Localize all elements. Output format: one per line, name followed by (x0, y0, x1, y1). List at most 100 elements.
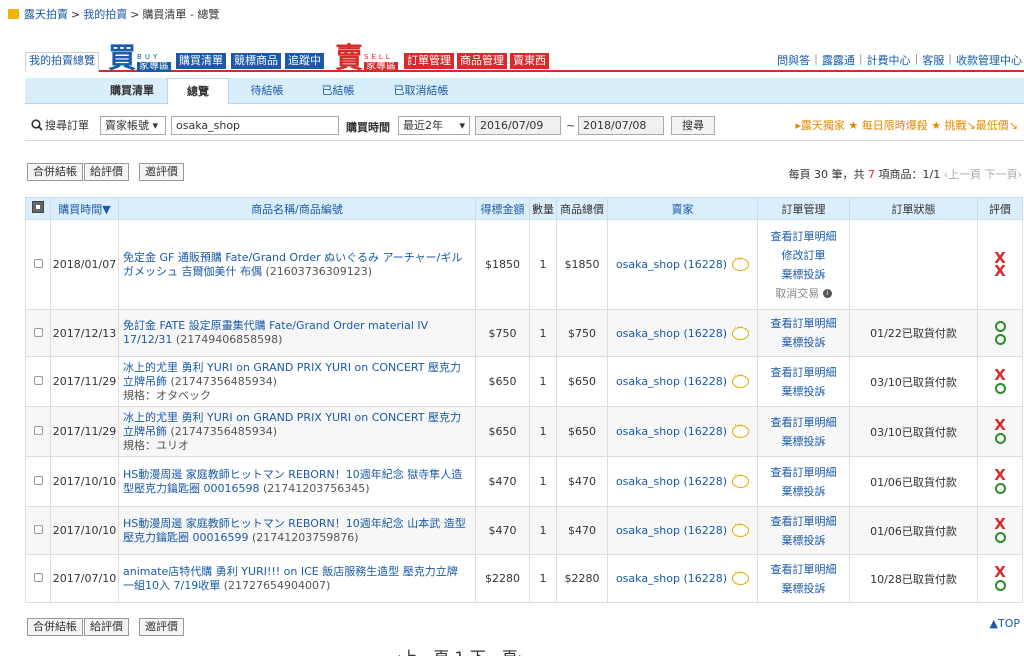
review-cell: X (977, 506, 1023, 555)
date-to-input[interactable]: 2018/07/08 (578, 116, 664, 135)
review-positive-icon[interactable] (994, 579, 1006, 591)
order-ops: 查看訂單明細 棄標投訴 (757, 456, 850, 507)
promo-link[interactable]: ▸露天獨家 ★ 每日限時爆殺 ★ 挑戰↘最低價↘ (795, 117, 1018, 133)
order-op-link[interactable]: 查看訂單明細 (758, 314, 849, 333)
order-op-link[interactable]: 查看訂單明細 (758, 413, 849, 432)
purchase-date: 2017/10/10 (50, 506, 119, 555)
search-input[interactable]: osaka_shop (171, 116, 339, 135)
link-payment[interactable]: 收款管理中心 (956, 52, 1022, 68)
give-review-button[interactable]: 給評價 (84, 163, 129, 181)
chat-icon[interactable] (732, 471, 750, 488)
row-checkbox[interactable] (25, 554, 51, 603)
order-op-link[interactable]: 查看訂單明細 (758, 363, 849, 382)
col-purchase-time[interactable]: 購買時間▼ (50, 197, 119, 220)
breadcrumb-ruten[interactable]: 露天拍賣 (24, 6, 68, 22)
chat-icon[interactable] (732, 520, 750, 537)
seller-link[interactable]: osaka_shop (16228) (616, 524, 727, 537)
date-from-input[interactable]: 2016/07/09 (475, 116, 561, 135)
total-price: $650 (556, 406, 608, 457)
subtab-overview[interactable]: 總覽 (167, 78, 229, 105)
review-negative-icon[interactable]: X (994, 564, 1006, 579)
tab-order-manage[interactable]: 訂單管理 (403, 52, 455, 70)
subtab-pending[interactable]: 待結帳 (239, 78, 295, 104)
link-billing[interactable]: 計費中心 (867, 52, 911, 68)
seller-link[interactable]: osaka_shop (16228) (616, 375, 727, 388)
review-positive-icon[interactable] (994, 482, 1006, 494)
info-icon: i (822, 289, 832, 298)
seller-link[interactable]: osaka_shop (16228) (616, 258, 727, 271)
link-lulutong[interactable]: 露露通 (822, 52, 855, 68)
search-field-select[interactable]: 賣家帳號 ▾ (100, 116, 166, 135)
subtab-cancelled[interactable]: 已取消結帳 (383, 78, 459, 104)
time-range-select[interactable]: 最近2年 ▾ (398, 116, 470, 135)
tab-sell-stuff[interactable]: 賣東西 (509, 52, 550, 70)
review-positive-icon[interactable] (994, 531, 1006, 543)
select-all-checkbox[interactable] (25, 197, 51, 220)
order-status: 01/22已取貨付款 (849, 309, 978, 357)
seller-link[interactable]: osaka_shop (16228) (616, 475, 727, 488)
prev-page-link[interactable]: ‹上一頁 (944, 168, 981, 181)
row-checkbox[interactable] (25, 309, 51, 357)
search-button[interactable]: 搜尋 (671, 116, 715, 135)
chat-icon[interactable] (732, 254, 750, 271)
review-negative-icon[interactable]: X (994, 367, 1006, 382)
order-op-link[interactable]: 棄標投訴 (758, 265, 849, 284)
chat-icon[interactable] (732, 323, 750, 340)
order-op-link[interactable]: 棄標投訴 (758, 382, 849, 401)
link-service[interactable]: 客服 (922, 52, 944, 68)
order-op-link[interactable]: 修改訂單 (758, 246, 849, 265)
order-op-link[interactable]: 查看訂單明細 (758, 463, 849, 482)
invite-review-button[interactable]: 邀評價 (139, 163, 184, 181)
bottom-pager[interactable]: ‹上一頁 1 下一頁› (395, 644, 524, 656)
review-negative-icon[interactable]: X (994, 467, 1006, 482)
item-cell: 冰上的尤里 勇利 YURI on GRAND PRIX YURI on CONC… (118, 356, 476, 407)
tab-tracking[interactable]: 追蹤中 (284, 52, 325, 70)
tab-bidding-items[interactable]: 競標商品 (230, 52, 282, 70)
seller-link[interactable]: osaka_shop (16228) (616, 425, 727, 438)
row-checkbox[interactable] (25, 356, 51, 407)
review-positive-icon[interactable] (994, 321, 1006, 332)
order-op-link[interactable]: 查看訂單明細 (758, 227, 849, 246)
tab-product-manage[interactable]: 商品管理 (456, 52, 508, 70)
merge-checkout-button-bottom[interactable]: 合併結帳 (27, 618, 83, 636)
order-op-link[interactable]: 棄標投訴 (758, 482, 849, 501)
row-checkbox[interactable] (25, 506, 51, 555)
chat-icon[interactable] (732, 421, 750, 438)
link-qa[interactable]: 問與答 (777, 52, 810, 68)
review-negative-icon[interactable]: X (994, 263, 1006, 278)
order-op-link[interactable]: 查看訂單明細 (758, 512, 849, 531)
back-to-top-link[interactable]: ▲TOP (990, 617, 1020, 630)
order-op-link[interactable]: 棄標投訴 (758, 579, 849, 598)
row-checkbox[interactable] (25, 406, 51, 457)
buy-logo-zh: 家專區 (137, 61, 172, 72)
review-negative-icon[interactable]: X (994, 516, 1006, 531)
tab-purchase-list[interactable]: 購買清單 (175, 52, 227, 70)
next-page-link[interactable]: 下一頁› (985, 168, 1022, 181)
bid-amount: $2280 (475, 554, 530, 603)
subtab-paid[interactable]: 已結帳 (310, 78, 366, 104)
give-review-button-bottom[interactable]: 給評價 (84, 618, 129, 636)
review-positive-icon[interactable] (994, 382, 1006, 394)
order-op-link[interactable]: 查看訂單明細 (758, 560, 849, 579)
order-op-link[interactable]: 棄標投訴 (758, 432, 849, 451)
seller-link[interactable]: osaka_shop (16228) (616, 327, 727, 340)
quantity: 1 (529, 219, 557, 310)
seller-link[interactable]: osaka_shop (16228) (616, 572, 727, 585)
order-status: 03/10已取貨付款 (849, 406, 978, 457)
row-checkbox[interactable] (25, 219, 51, 310)
order-op-link[interactable]: 棄標投訴 (758, 531, 849, 550)
tab-my-overview[interactable]: 我的拍賣總覽 (25, 52, 99, 72)
chat-icon[interactable] (732, 371, 750, 388)
review-negative-icon[interactable]: X (994, 417, 1006, 432)
review-positive-icon[interactable] (994, 334, 1006, 345)
breadcrumb-my-ruten[interactable]: 我的拍賣 (83, 6, 127, 22)
order-op-link[interactable]: 棄標投訴 (758, 333, 849, 352)
pageinfo-prefix: 每頁 30 筆，共 (788, 168, 865, 181)
chat-icon[interactable] (732, 568, 750, 585)
review-cell: XX (977, 219, 1023, 310)
review-positive-icon[interactable] (994, 432, 1006, 444)
invite-review-button-bottom[interactable]: 邀評價 (139, 618, 184, 636)
row-checkbox[interactable] (25, 456, 51, 507)
merge-checkout-button[interactable]: 合併結帳 (27, 163, 83, 181)
cancel-transaction-link[interactable]: 取消交易 i (758, 284, 849, 303)
